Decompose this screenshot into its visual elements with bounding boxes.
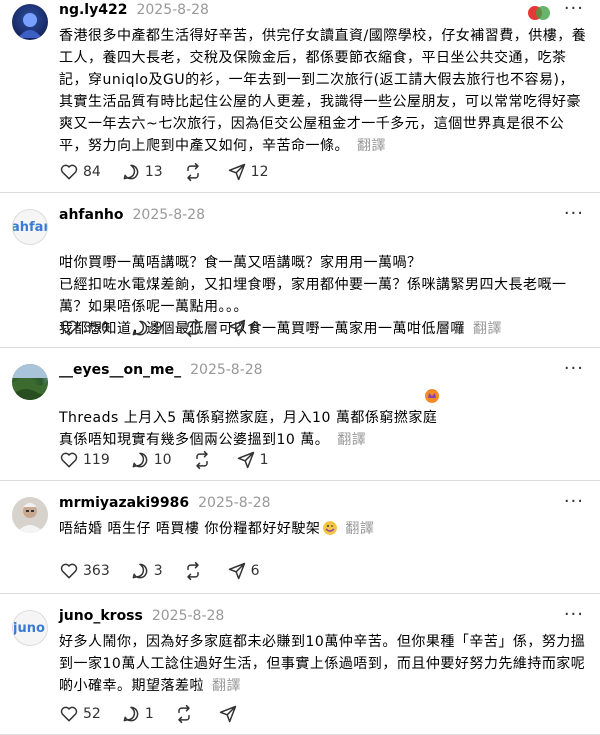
reply-button[interactable]: 13 [121,162,163,182]
like-count: 84 [83,164,101,180]
translate-link[interactable]: 翻譯 [337,432,366,448]
reply-count: 13 [144,164,163,180]
reply-icon [123,164,139,180]
post-text: Threads 上月入5 萬係窮撚家庭，月入10 萬都係窮撚家庭 真係唔知現實有… [59,385,587,451]
reply-icon [132,452,148,468]
reply-icon [132,320,148,336]
share-button[interactable]: 6 [227,561,260,581]
avatar-text: ahfar [12,220,48,235]
share-button[interactable]: 1 [236,450,269,470]
post: __eyes__on_me_ 2025-8-28 ··· Threads 上月入… [0,348,600,481]
avatar[interactable] [12,497,48,533]
crown-emoji-icon [425,389,439,403]
post-body: 唔結婚 唔生仔 唔買樓 你份糧都好好駛架 [59,521,321,537]
username[interactable]: mrmiyazaki9986 [59,495,189,511]
like-count: 52 [83,706,101,722]
post-body: 香港很多中產都生活得好辛苦，供完仔女讀直資/國際學校，仔女補習費，供樓，養工人，… [59,28,587,154]
avatar[interactable] [12,364,48,400]
like-button[interactable]: 350 [59,318,110,338]
reply-icon [132,563,148,579]
post-text: 唔結婚 唔生仔 唔買樓 你份糧都好好駛架 翻譯 [59,518,587,540]
more-icon[interactable]: ··· [564,0,584,19]
username[interactable]: ng.ly422 [59,2,127,18]
reply-count: 3 [153,563,163,579]
more-icon[interactable]: ··· [564,491,584,512]
like-count: 350 [83,320,110,336]
post-body: 好多人鬧你，因為好多家庭都未必賺到10萬仲辛苦。但你果種「辛苦」係，努力搵到一家… [59,634,586,694]
repost-icon [186,318,199,338]
share-button[interactable] [218,704,242,724]
more-icon[interactable]: ··· [564,203,584,224]
username[interactable]: __eyes__on_me_ [59,362,181,378]
heart-icon [60,452,78,468]
heart-icon [60,320,78,336]
heart-icon [60,706,78,722]
post-body: Threads 上月入5 萬係窮撚家庭，月入10 萬都係窮撚家庭 真係唔知現實有… [59,410,438,448]
repost-icon [195,450,208,470]
username[interactable]: ahfanho [59,207,124,223]
threads-feed: ng.ly422 2025-8-28 ··· 香港很多中產都生活得好辛苦，供完仔… [0,0,600,735]
share-icon [237,451,254,469]
share-count: 6 [250,563,260,579]
reply-button[interactable]: 9 [130,318,163,338]
repost-button[interactable] [183,162,207,182]
like-button[interactable]: 84 [59,162,101,182]
reply-button[interactable]: 1 [121,704,154,724]
post-date: 2025-8-28 [190,362,263,378]
like-button[interactable]: 52 [59,704,101,724]
heart-icon [60,164,78,180]
like-count: 363 [83,563,110,579]
translate-link[interactable]: 翻譯 [212,678,241,694]
heart-icon [60,563,78,579]
post-text: 香港很多中產都生活得好辛苦，供完仔女讀直資/國際學校，仔女補習費，供樓，養工人，… [59,25,587,157]
repost-icon [186,561,199,581]
reply-count: 9 [153,320,163,336]
more-icon[interactable]: ··· [564,604,584,625]
post: ng.ly422 2025-8-28 ··· 香港很多中產都生活得好辛苦，供完仔… [0,0,600,193]
repost-button[interactable] [183,318,207,338]
post: mrmiyazaki9986 2025-8-28 ··· 唔結婚 唔生仔 唔買樓… [0,481,600,594]
repost-icon [186,162,199,182]
share-count: 1 [259,452,269,468]
repost-button[interactable] [183,561,207,581]
post: ahfar ahfanho 2025-8-28 ··· 咁你買嘢一萬唔講嘅？食一… [0,193,600,348]
repost-button[interactable] [192,450,216,470]
post-date: 2025-8-28 [151,608,225,624]
avatar-text: juno [13,621,45,636]
post-date: 2025-8-28 [136,2,209,18]
avatar[interactable]: ahfar [12,209,48,245]
repost-icon [178,704,190,724]
share-button[interactable]: 6 [227,318,260,338]
more-icon[interactable]: ··· [564,358,584,379]
post-text: 好多人鬧你，因為好多家庭都未必賺到10萬仲辛苦。但你果種「辛苦」係，努力搵到一家… [59,631,587,697]
share-count: 6 [250,320,260,336]
reply-button[interactable]: 10 [130,450,172,470]
post-date: 2025-8-28 [198,495,271,511]
avatar[interactable]: juno [12,610,48,646]
avatar[interactable] [12,4,48,40]
repost-button[interactable] [174,704,198,724]
translate-link[interactable]: 翻譯 [345,521,374,537]
post-date: 2025-8-28 [132,207,205,223]
translate-link[interactable]: 翻譯 [473,321,502,337]
share-button[interactable]: 12 [227,162,269,182]
share-icon [228,562,245,580]
winking-face-emoji-icon [323,521,338,535]
reply-count: 10 [153,452,172,468]
reply-button[interactable]: 3 [130,561,163,581]
username[interactable]: juno_kross [59,608,143,624]
post: juno juno_kross 2025-8-28 ··· 好多人鬧你，因為好多… [0,594,600,735]
repost-badge-icon [528,6,550,20]
share-count: 12 [250,164,269,180]
share-icon [228,163,245,181]
share-icon [219,705,236,723]
translate-link[interactable]: 翻譯 [357,138,386,154]
share-icon [228,319,245,337]
like-button[interactable]: 363 [59,561,110,581]
reply-icon [123,706,139,722]
like-count: 119 [83,452,110,468]
like-button[interactable]: 119 [59,450,110,470]
reply-count: 1 [144,706,154,722]
